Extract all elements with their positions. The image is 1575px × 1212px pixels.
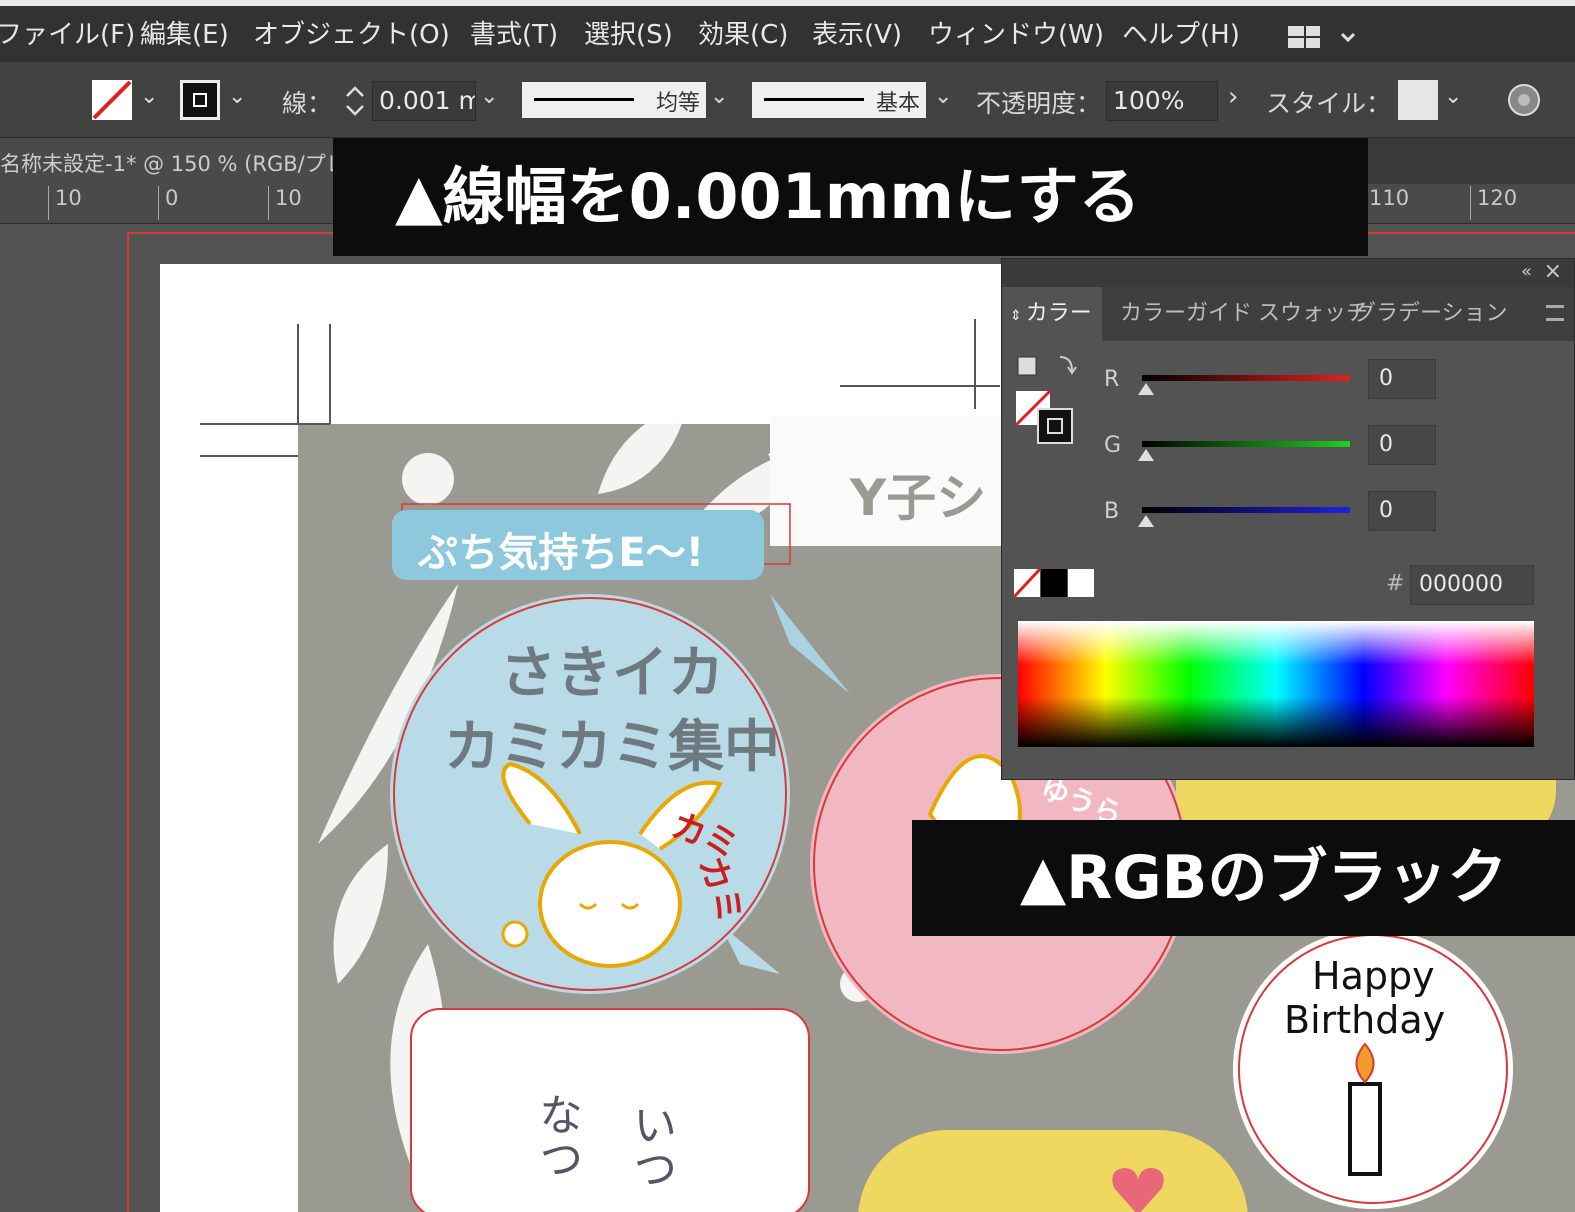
brush-label: 基本 — [875, 91, 920, 116]
menu-file[interactable]: ファイル(F) — [0, 14, 135, 51]
heart-icon — [1112, 1168, 1164, 1212]
happy-text: Happy — [1312, 954, 1435, 998]
speech-tag-text: ぷち気持ちE～! — [418, 530, 704, 576]
tab-color[interactable]: ⇕ カラー — [1002, 287, 1102, 341]
brush-preview-line — [764, 98, 864, 101]
chevron-down-icon[interactable]: ⌄ — [228, 84, 246, 109]
chevron-right-icon[interactable]: › — [1228, 82, 1238, 112]
tab-label: カラー — [1025, 301, 1092, 326]
tab-gradient[interactable]: グラデーション — [1354, 287, 1508, 341]
note-card: いつ なつ — [410, 1008, 810, 1212]
slider-thumb-g[interactable] — [1138, 449, 1154, 461]
color-wheel-icon — [1508, 84, 1540, 116]
slider-thumb-r[interactable] — [1138, 383, 1154, 395]
profile-label: 均等 — [655, 91, 700, 116]
ruler-tick: 110 — [1362, 186, 1409, 220]
quick-swatches[interactable] — [1014, 569, 1098, 599]
menu-effect[interactable]: 効果(C) — [698, 14, 788, 51]
name-tag-text: Y子シ — [850, 469, 987, 527]
ruler-tick: 10 — [48, 186, 82, 220]
none-slash-icon — [92, 80, 132, 120]
collapse-panel-icon[interactable]: « — [1521, 261, 1532, 282]
chevron-down-icon[interactable]: ⌄ — [140, 84, 158, 109]
variable-width-profile[interactable]: 均等 — [522, 82, 706, 118]
menu-type[interactable]: 書式(T) — [470, 14, 558, 51]
color-spectrum[interactable] — [1018, 621, 1534, 747]
yellow-bubble — [858, 1130, 1248, 1212]
workspace-switcher[interactable] — [1286, 20, 1362, 58]
slider-g[interactable] — [1142, 441, 1350, 447]
menu-object[interactable]: オブジェクト(O) — [253, 14, 450, 51]
layout-grid-icon — [1288, 26, 1356, 48]
menu-view[interactable]: 表示(V) — [812, 14, 902, 51]
slider-b[interactable] — [1142, 507, 1350, 513]
hex-input[interactable]: 000000 — [1410, 565, 1534, 605]
opacity-label[interactable]: 不透明度： — [976, 84, 1101, 120]
stroke-square-icon — [193, 93, 207, 107]
stroke-swatch[interactable] — [180, 80, 220, 120]
close-icon[interactable]: × — [1544, 259, 1562, 284]
input-b[interactable]: 0 — [1368, 491, 1436, 531]
chevron-down-icon[interactable]: ⌄ — [480, 84, 498, 109]
tab-arrows-icon: ⇕ — [1010, 308, 1022, 324]
speech-tag: ぷち気持ちE～! — [392, 510, 764, 580]
chevron-down-icon[interactable]: ⌄ — [710, 84, 728, 109]
vertical-text-2: なつ — [531, 1092, 582, 1180]
panel-tabs: ⇕ カラー カラーガイド スウォッチ グラデーション — [1002, 287, 1574, 341]
panel-header[interactable]: « × — [1002, 259, 1574, 287]
tab-swatches[interactable]: スウォッチ — [1258, 287, 1368, 341]
callout-banner-stroke: ▲線幅を0.001mmにする — [333, 138, 1368, 256]
menu-select[interactable]: 選択(S) — [584, 14, 673, 51]
stepper-arrows-icon — [346, 86, 364, 116]
input-g[interactable]: 0 — [1368, 425, 1436, 465]
ruler-tick: 120 — [1470, 186, 1517, 220]
ruler-tick: 10 — [268, 186, 302, 220]
control-bar: ⌄ ⌄ 線： 0.001 m ⌄ 均等 ⌄ 基本 ⌄ 不透明度： 100% › … — [0, 62, 1575, 138]
stroke-preview-line — [534, 98, 634, 101]
vertical-text-1: いつ — [625, 1102, 676, 1190]
callout-text: ▲線幅を0.001mmにする — [395, 160, 1141, 233]
stroke-label: 線： — [282, 89, 333, 118]
panel-menu-icon[interactable] — [1546, 305, 1564, 321]
callout-banner-rgb: ▲RGBのブラック — [912, 820, 1575, 936]
style-label: スタイル： — [1266, 89, 1392, 118]
bubble-line-1: さきイカ — [500, 641, 724, 706]
stroke-stepper[interactable] — [342, 82, 368, 120]
chevron-down-icon[interactable]: ⌄ — [1444, 84, 1462, 109]
graphic-style-swatch[interactable] — [1398, 80, 1438, 120]
input-r[interactable]: 0 — [1368, 359, 1436, 399]
channel-label-b: B — [1104, 499, 1120, 524]
fill-none-swatch[interactable] — [92, 80, 132, 120]
callout-text: ▲RGBのブラック — [1020, 843, 1508, 913]
menu-bar: ファイル(F) 編集(E) オブジェクト(O) 書式(T) 選択(S) 効果(C… — [0, 0, 1575, 62]
ruler-tick: 0 — [158, 186, 178, 220]
recolor-artwork-button[interactable] — [1506, 82, 1542, 122]
birthday-text: Birthday — [1284, 998, 1446, 1042]
menu-help[interactable]: ヘルプ(H) — [1122, 14, 1240, 51]
tab-color-guide[interactable]: カラーガイド — [1120, 287, 1252, 341]
channel-label-r: R — [1104, 367, 1120, 392]
brush-definition[interactable]: 基本 — [752, 82, 926, 118]
fill-stroke-proxy[interactable] — [1012, 351, 1082, 451]
chevron-down-icon[interactable]: ⌄ — [934, 84, 952, 109]
menu-edit[interactable]: 編集(E) — [140, 14, 229, 51]
menu-window[interactable]: ウィンドウ(W) — [928, 14, 1104, 51]
hex-symbol: # — [1386, 571, 1405, 596]
slider-r[interactable] — [1142, 375, 1350, 381]
stroke-weight-field[interactable]: 0.001 m — [372, 81, 476, 121]
slider-thumb-b[interactable] — [1138, 515, 1154, 527]
opacity-field[interactable]: 100% — [1106, 81, 1218, 121]
color-panel: « × ⇕ カラー カラーガイド スウォッチ グラデーション R 0 G 0 B … — [1001, 258, 1575, 780]
channel-label-g: G — [1104, 433, 1122, 458]
